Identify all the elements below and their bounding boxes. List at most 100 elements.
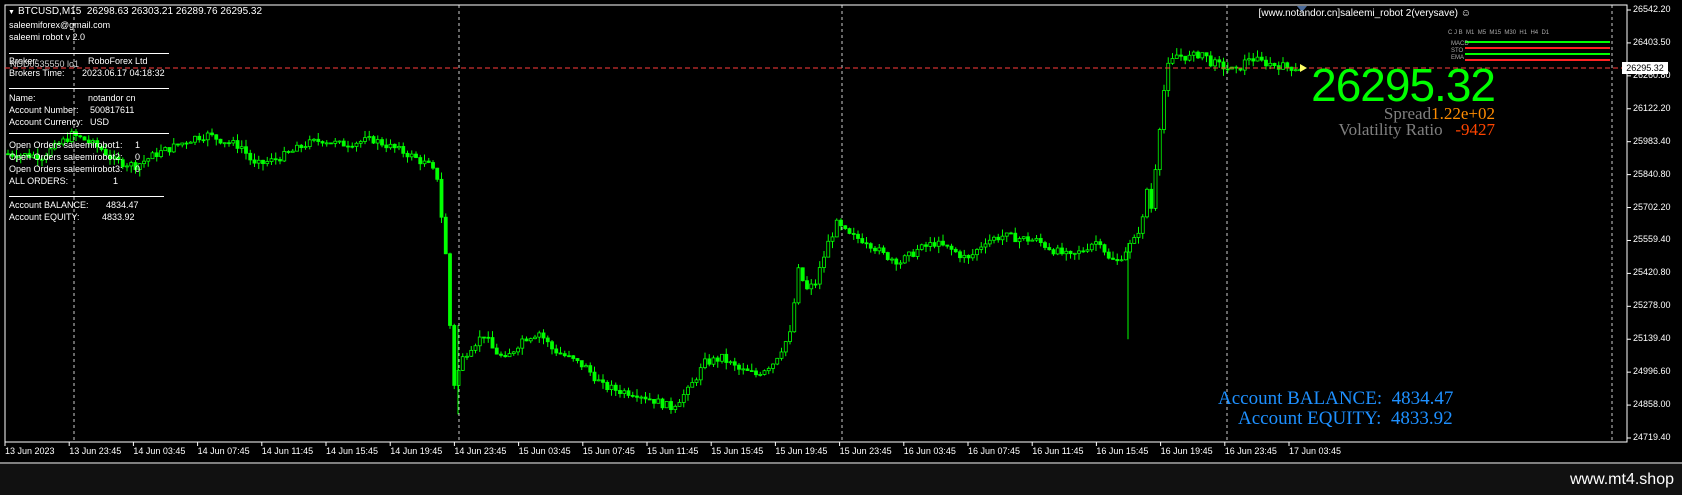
candle-body [1013,232,1018,243]
candle-body [877,247,882,252]
candle-body [758,374,763,376]
robot-version-text: saleemi robot v 2.0 [9,32,86,42]
candle-body [677,402,682,407]
symbol-label: BTCUSD,M15 [17,6,82,17]
candle-body [541,332,546,339]
price-axis-label: 25983.40 [1633,135,1671,146]
candle-body [966,254,971,259]
candle-body [941,240,945,246]
candle-body [588,365,593,373]
candle-body [1055,247,1060,255]
candle-body [1047,247,1052,251]
candle-body [894,258,899,265]
candle-body [864,242,869,245]
candle-body [503,354,508,358]
time-axis-label: 14 Jun 07:45 [197,446,250,456]
candle-body [1111,257,1115,260]
candle-body [639,396,644,399]
info-divider [9,133,169,134]
candle-body [771,363,775,369]
time-axis-label: 15 Jun 19:45 [775,446,828,456]
candle-body [686,386,690,395]
price-axis-label: 25420.80 [1633,267,1671,278]
candle-body [1191,51,1196,56]
candle-body [1038,238,1043,244]
open-orders-3-value: 0 [135,164,141,174]
candle-body [1106,251,1111,259]
candle-body [979,246,984,250]
candle-body [1217,59,1222,63]
candle-body [171,143,176,153]
candle-body [1009,232,1013,235]
candle-body [163,147,168,152]
candle-body [783,341,788,353]
time-axis-label: 15 Jun 03:45 [518,446,571,456]
candle-body [248,152,253,161]
candle-body [358,141,363,144]
candle-body [384,144,389,149]
candle-body [907,251,911,257]
candle-body [788,331,792,342]
candle-body [422,160,427,165]
candle-body [813,283,818,286]
candle-body [715,357,720,362]
info-balance-label: Account BALANCE: [9,200,89,210]
candle-body [490,337,495,349]
candle-body [1026,236,1030,242]
account-currency-value: USD [90,117,110,127]
dropdown-triangle-icon[interactable]: ▼ [8,9,15,16]
candle-body [975,249,979,256]
candle-body [307,139,312,147]
broker-time-label: Brokers Time: [9,68,65,78]
candle-body [890,258,894,261]
candle-body [873,247,877,252]
candle-body [460,356,465,371]
candle-body [346,145,350,148]
price-axis-label: 26122.20 [1633,102,1671,113]
candle-body [1153,169,1158,209]
candle-body [1264,59,1268,67]
candle-body [350,145,355,148]
candle-body [341,140,346,147]
candle-body [537,332,542,338]
indicator-timeframes: C J B M1 M5 M15 M30 H1 H4 D1 [1448,30,1550,36]
candle-body [528,338,533,342]
candle-body [278,159,282,162]
candle-body [418,157,423,165]
candle-body [1089,243,1094,251]
candle-body [227,142,231,145]
price-axis-label: 25278.00 [1633,300,1671,311]
candle-body [996,236,1001,241]
candle-body [762,370,767,375]
candle-body [749,370,754,372]
candle-body [239,146,244,149]
time-axis-label: 15 Jun 15:45 [711,446,764,456]
candle-body [868,243,873,249]
candle-body [1247,58,1251,61]
account-number-value: 500817611 [90,105,135,115]
candle-body [800,267,805,282]
indicator-row-sto: STO [1451,48,1464,54]
candle-body [448,253,452,326]
candle-body [299,144,304,149]
info-equity-value: 4833.92 [102,212,135,222]
candle-body [673,405,678,410]
time-axis-label: 16 Jun 23:45 [1224,446,1277,456]
time-axis-label: 14 Jun 19:45 [390,446,443,456]
robot-title: [www.notandor.cn]saleemi_robot 2(verysav… [1258,8,1471,19]
candle-body [737,364,741,370]
candle-body [953,248,958,253]
candle-body [664,401,669,409]
candle-body [860,238,865,244]
candle-body [150,152,155,160]
candle-body [397,146,401,149]
candle-body [1259,56,1264,61]
candle-body [545,337,550,343]
candle-body [154,152,159,157]
candle-body [805,280,809,290]
candle-body [533,336,537,340]
candle-body [898,262,903,265]
candle-body [1268,62,1273,67]
all-orders-value: 1 [113,176,119,186]
candle-body [435,167,440,180]
